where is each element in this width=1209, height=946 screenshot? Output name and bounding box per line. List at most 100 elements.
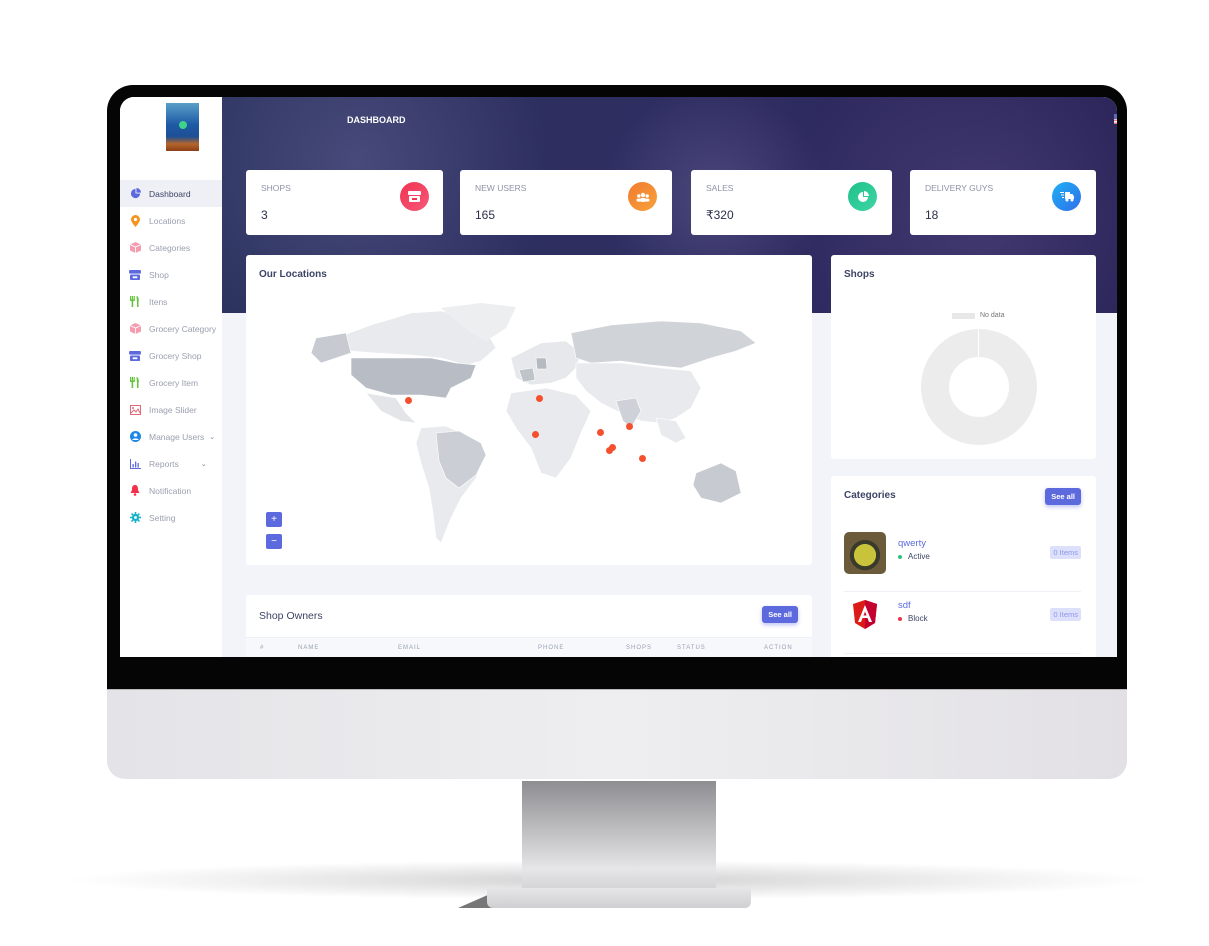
stat-card-new-users[interactable]: NEW USERS 165 — [460, 170, 672, 235]
sidebar-item-label: Manage Users — [149, 431, 205, 442]
stat-value: 165 — [475, 208, 496, 222]
pie-chart-icon — [848, 182, 877, 211]
status-label: Block — [908, 614, 928, 623]
stat-value: ₹320 — [706, 208, 734, 222]
map-region-australia — [692, 462, 742, 504]
sidebar-item-grocery-item[interactable]: Grocery Item — [120, 369, 222, 396]
stat-label: DELIVERY GUYS — [925, 183, 994, 193]
monitor-stand-neck — [522, 781, 716, 891]
stat-label: SHOPS — [261, 183, 291, 193]
sidebar-item-label: Grocery Category — [149, 323, 217, 334]
category-name[interactable]: qwerty — [898, 538, 926, 549]
sidebar-item-label: Notification — [149, 485, 192, 496]
sidebar-item-itens[interactable]: Itens — [120, 288, 222, 315]
sidebar-item-label: Setting — [149, 512, 176, 523]
sidebar-item-locations[interactable]: Locations — [120, 207, 222, 234]
chevron-down-icon[interactable]: ⌄ — [209, 433, 215, 441]
panel-title: Our Locations — [259, 269, 327, 280]
map-zoom-in-button[interactable]: + — [266, 512, 282, 527]
sidebar-item-dashboard[interactable]: Dashboard — [120, 180, 222, 207]
stat-card-sales[interactable]: SALES ₹320 — [691, 170, 892, 235]
panel-title: Shops — [844, 269, 875, 280]
sidebar-item-grocery-shop[interactable]: Grocery Shop — [120, 342, 222, 369]
sidebar-nav: Dashboard Locations Categories Shop Itens Gro… — [120, 180, 222, 531]
sidebar-item-label: Locations — [149, 215, 186, 226]
sidebar-item-label: Categories — [149, 242, 191, 253]
status-label: Active — [908, 552, 930, 561]
sidebar-item-categories[interactable]: Categories — [120, 234, 222, 261]
sidebar-item-setting[interactable]: Setting — [120, 504, 222, 531]
truck-icon — [1052, 182, 1081, 211]
shop-owners-see-all-button[interactable]: See all — [762, 606, 798, 623]
world-map[interactable] — [281, 303, 771, 553]
sidebar-item-image-slider[interactable]: Image Slider — [120, 396, 222, 423]
stat-value: 3 — [261, 208, 268, 222]
map-region-germany — [535, 357, 548, 370]
map-zoom-out-button[interactable]: − — [266, 534, 282, 549]
categories-see-all-button[interactable]: See all — [1045, 488, 1081, 505]
chart-legend[interactable]: No data — [952, 312, 1005, 319]
gear-icon — [129, 512, 141, 524]
column-header[interactable]: NAME — [298, 645, 319, 651]
stat-card-shops[interactable]: SHOPS 3 — [246, 170, 443, 235]
sidebar-item-notification[interactable]: Notification — [120, 477, 222, 504]
column-header[interactable]: PHONE — [538, 645, 564, 651]
locations-panel: Our Locations + − — [246, 255, 812, 565]
sidebar-item-label: Shop — [149, 269, 169, 280]
category-row[interactable]: qwerty Active 0 Items — [844, 532, 1081, 592]
sidebar-item-grocery-category[interactable]: Grocery Category — [120, 315, 222, 342]
category-row[interactable]: sdf Block 0 Items — [844, 594, 1081, 654]
map-region-sea — [655, 417, 687, 444]
monitor-chin — [107, 689, 1127, 779]
angular-logo-icon — [844, 594, 886, 636]
sidebar-item-shop[interactable]: Shop — [120, 261, 222, 288]
chevron-down-icon[interactable]: ⌄ — [201, 460, 207, 468]
category-status: Block — [898, 614, 928, 623]
sidebar-item-label: Image Slider — [149, 404, 197, 415]
users-icon — [628, 182, 657, 211]
monitor-stand-foot — [487, 888, 751, 908]
location-marker[interactable] — [536, 395, 543, 402]
location-marker[interactable] — [597, 429, 604, 436]
status-dot — [898, 616, 902, 621]
page-title: DASHBOARD — [347, 115, 406, 125]
map-region-alaska — [310, 332, 352, 364]
donut-chart — [921, 329, 1037, 445]
location-marker[interactable] — [532, 431, 539, 438]
us-flag-icon[interactable] — [1114, 114, 1117, 124]
box-icon — [129, 323, 141, 335]
column-header[interactable]: SHOPS — [626, 645, 652, 651]
sidebar-item-manage-users[interactable]: Manage Users ⌄ — [120, 423, 222, 450]
status-dot — [898, 554, 902, 559]
category-thumbnail — [844, 532, 886, 574]
location-marker[interactable] — [609, 444, 616, 451]
item-count-badge: 0 Items — [1050, 608, 1081, 621]
screen: DASHBOARD admin DashboardLocationsCatego… — [120, 97, 1117, 657]
utensils-icon — [129, 296, 141, 308]
map-region-usa — [350, 357, 477, 399]
image-icon — [129, 404, 141, 416]
legend-swatch — [952, 312, 975, 319]
app-logo[interactable] — [166, 103, 199, 151]
location-marker[interactable] — [626, 423, 633, 430]
user-circle-icon — [129, 431, 141, 443]
utensils-icon — [129, 377, 141, 389]
sidebar-item-reports[interactable]: Reports ⌄ — [120, 450, 222, 477]
map-region-africa — [505, 387, 592, 479]
column-header[interactable]: EMAIL — [398, 645, 421, 651]
pie-chart-icon — [129, 188, 141, 200]
stat-value: 18 — [925, 208, 939, 222]
column-header[interactable]: STATUS — [677, 645, 706, 651]
bell-icon — [129, 485, 141, 497]
sidebar-item-label: Grocery Shop — [149, 350, 202, 361]
location-marker[interactable] — [639, 455, 646, 462]
sidebar-item-label: Grocery Item — [149, 377, 199, 388]
panel-title: Shop Owners — [259, 610, 323, 622]
category-name[interactable]: sdf — [898, 600, 911, 611]
shops-chart-panel: Shops No data — [831, 255, 1096, 459]
sidebar-item-label: Itens — [149, 296, 168, 307]
stat-card-delivery-guys[interactable]: DELIVERY GUYS 18 — [910, 170, 1096, 235]
stat-label: NEW USERS — [475, 183, 527, 193]
categories-panel: Categories See all qwerty Active 0 Items… — [831, 476, 1096, 657]
location-marker[interactable] — [405, 397, 412, 404]
